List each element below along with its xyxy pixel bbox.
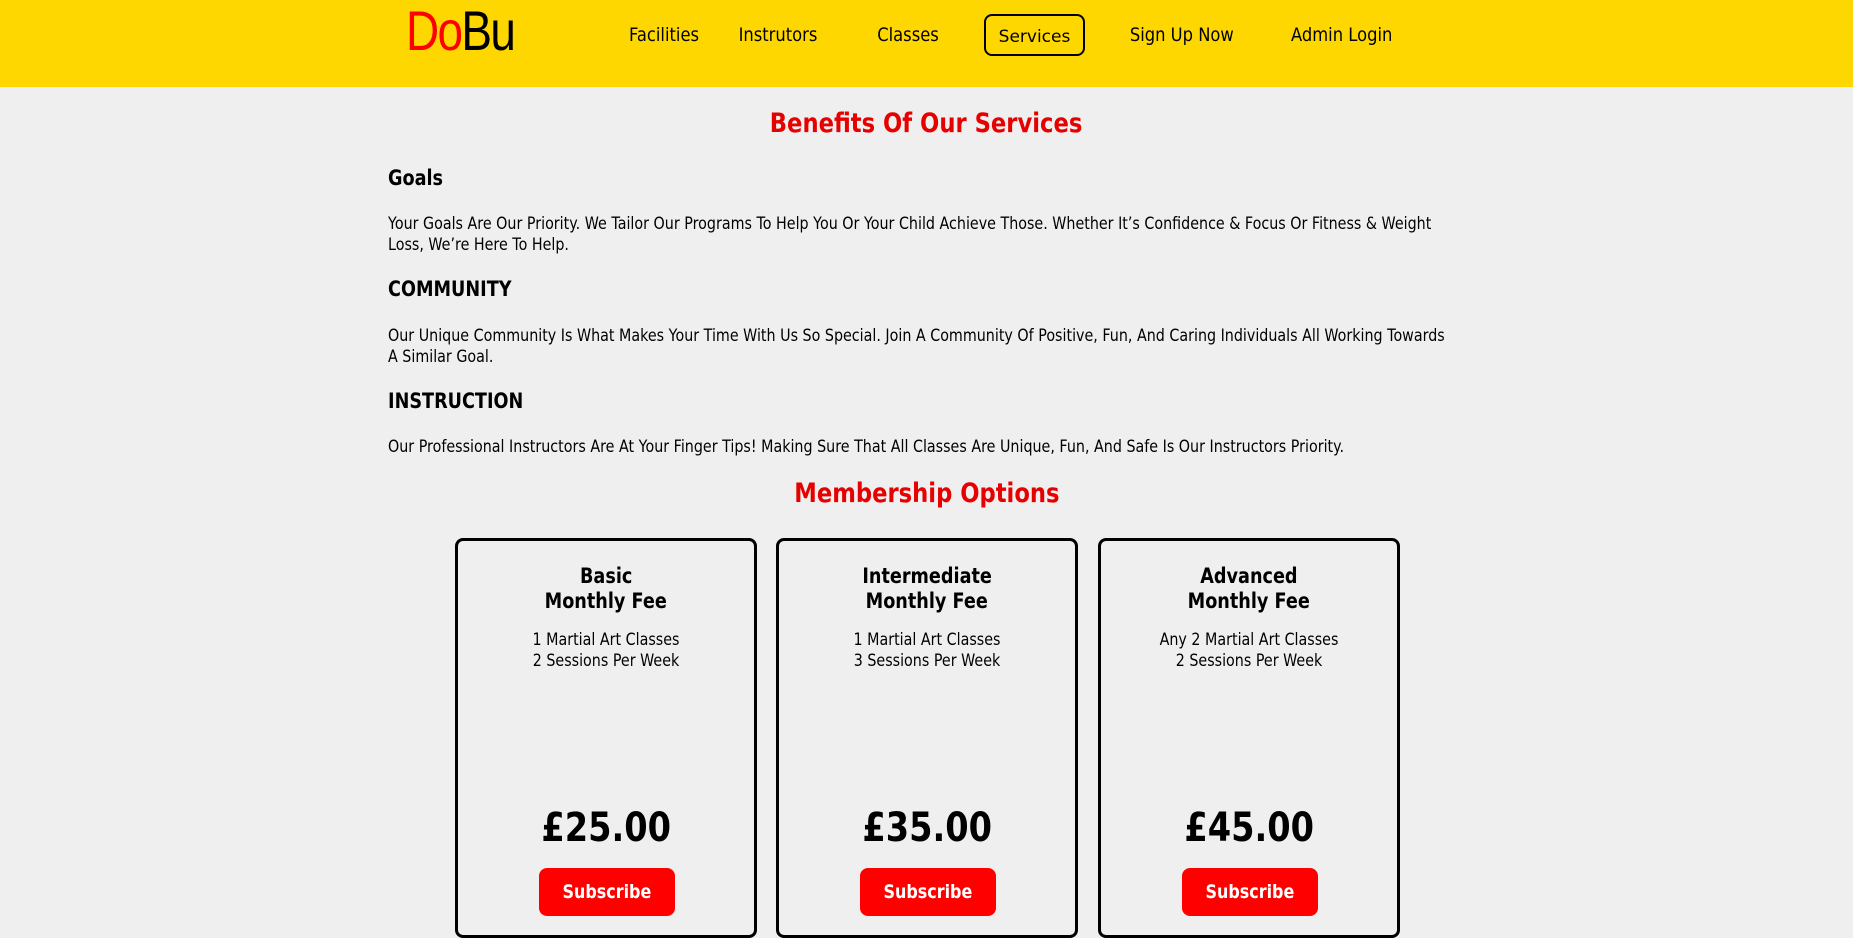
dobu-logo[interactable]: DoBu (406, 0, 516, 62)
card-description: 1 Martial Art Classes 3 Sessions Per Wee… (853, 630, 1001, 671)
nav-sign-up-now[interactable]: Sign Up Now (1130, 14, 1234, 56)
card-title: Basic Monthly Fee (544, 564, 668, 613)
membership-card-advanced: Advanced Monthly Fee Any 2 Martial Art C… (1098, 538, 1400, 938)
membership-heading: Membership Options (793, 478, 1060, 509)
subscribe-button-basic[interactable]: Subscribe (539, 868, 675, 916)
subscribe-button-advanced[interactable]: Subscribe (1182, 868, 1318, 916)
subscribe-button-intermediate[interactable]: Subscribe (860, 868, 996, 916)
card-description: 1 Martial Art Classes 2 Sessions Per Wee… (532, 630, 680, 671)
community-title: COMMUNITY (388, 277, 512, 301)
nav-classes[interactable]: Classes (874, 14, 943, 56)
nav-facilities[interactable]: Facilities (615, 14, 713, 56)
membership-card-basic: Basic Monthly Fee 1 Martial Art Classes … (455, 538, 757, 938)
header-bar: DoBu Facilities Instrutors Classes Servi… (0, 0, 1853, 87)
goals-title: Goals (388, 166, 444, 190)
instruction-title: INSTRUCTION (388, 389, 524, 413)
card-price: £35.00 (862, 805, 992, 851)
card-price: £25.00 (541, 805, 671, 851)
nav-instructors[interactable]: Instrutors (737, 14, 820, 56)
goals-text: Your Goals Are Our Priority. We Tailor O… (388, 214, 1432, 255)
nav-admin-login[interactable]: Admin Login (1291, 14, 1392, 56)
card-price: £45.00 (1184, 805, 1314, 851)
logo-part-bu: Bu (461, 0, 516, 62)
logo-part-do: Do (406, 0, 463, 62)
instruction-text: Our Professional Instructors Are At Your… (388, 437, 1345, 457)
card-description: Any 2 Martial Art Classes 2 Sessions Per… (1159, 630, 1339, 671)
membership-card-intermediate: Intermediate Monthly Fee 1 Martial Art C… (776, 538, 1078, 938)
nav-services[interactable]: Services (984, 14, 1085, 56)
benefits-heading: Benefits Of Our Services (770, 108, 1083, 139)
card-title: Intermediate Monthly Fee (862, 564, 992, 613)
community-text: Our Unique Community Is What Makes Your … (388, 326, 1445, 367)
card-title: Advanced Monthly Fee (1187, 564, 1311, 613)
